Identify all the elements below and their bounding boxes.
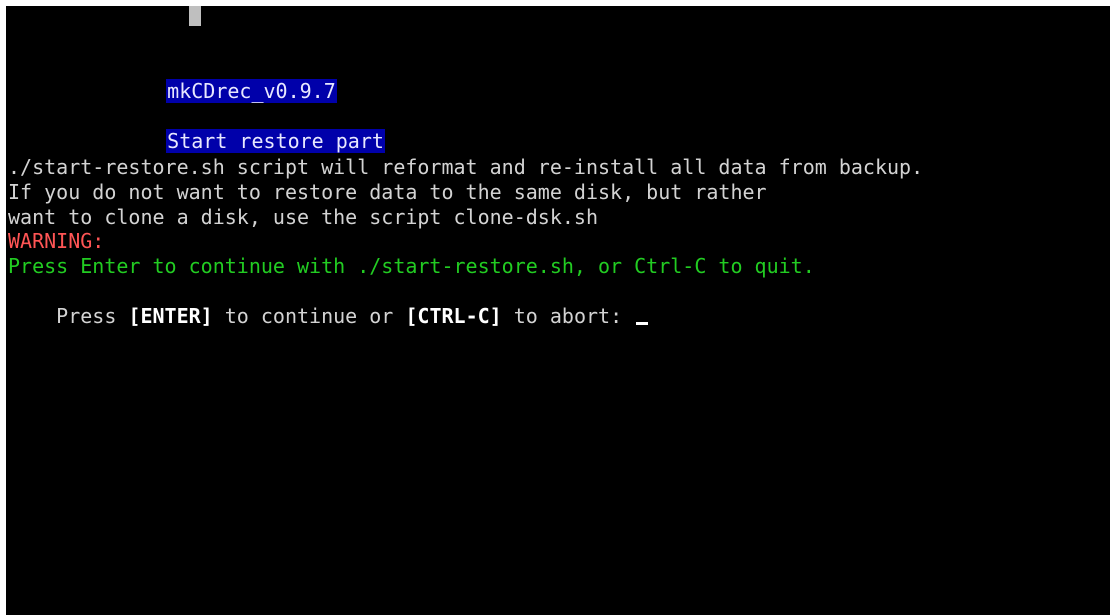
prompt-prefix: Press (56, 304, 129, 328)
prompt-suffix: to abort: (501, 304, 635, 328)
scroll-indicator-block (189, 6, 201, 26)
text-cursor[interactable] (636, 322, 649, 325)
prompt-middle: to continue or (212, 304, 406, 328)
continue-message: Press Enter to continue with ./start-res… (8, 254, 815, 278)
ctrl-c-key-label: [CTRL-C] (405, 304, 502, 328)
info-line-3: want to clone a disk, use the script clo… (8, 205, 599, 229)
info-line-1: ./start-restore.sh script will reformat … (8, 155, 924, 179)
warning-label: WARNING: (8, 229, 105, 253)
info-line-2: If you do not want to restore data to th… (8, 180, 767, 204)
enter-key-label: [ENTER] (128, 304, 213, 328)
prompt-line[interactable]: Press [ENTER] to continue or [CTRL-C] to… (8, 279, 649, 354)
terminal-screen[interactable]: mkCDrec_v0.9.7 Start restore part ./star… (6, 6, 1110, 615)
subtitle-label: Start restore part (166, 129, 385, 153)
title-label: mkCDrec_v0.9.7 (166, 79, 337, 103)
